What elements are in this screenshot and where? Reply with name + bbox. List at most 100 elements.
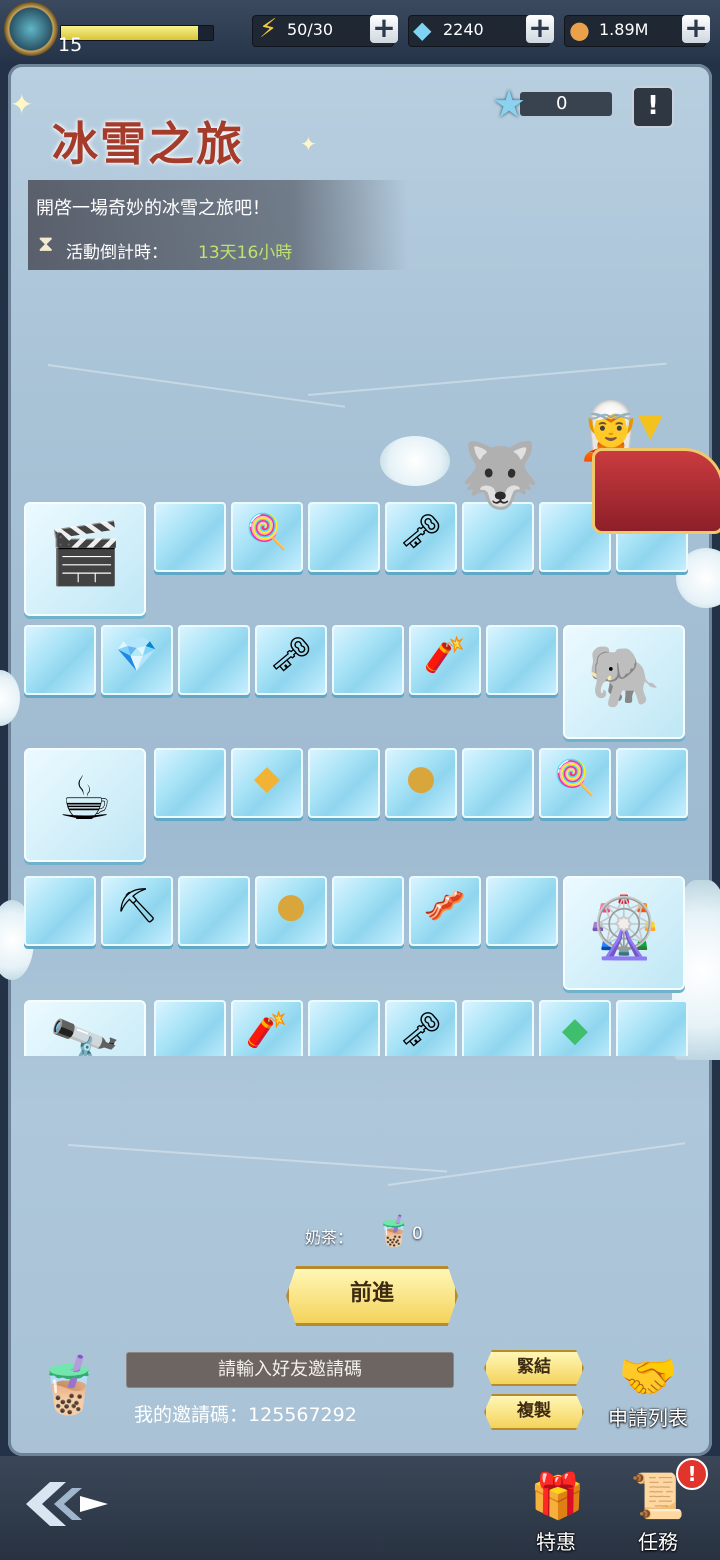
milk-tea-label: 奶茶： (305, 1228, 354, 1247)
board-tile[interactable]: ◆ (231, 748, 303, 818)
pickaxe-icon: ⛏ (115, 886, 159, 926)
board-tile[interactable]: 🍭 (539, 748, 611, 818)
dynamite-icon: 🧨 (423, 635, 467, 675)
countdown-label: 活動倒計時： (66, 243, 168, 263)
my-code-label: 我的邀請碼： (134, 1404, 249, 1426)
board-tile-ferris-wheel[interactable]: 🎡 (563, 876, 685, 990)
board-tile[interactable]: 🧨 (231, 1000, 303, 1056)
sparkle-icon: ✦ (10, 88, 34, 121)
gold-crystal-icon: ◆ (253, 758, 281, 798)
cocoa-cart-icon: ☕ (58, 764, 112, 834)
tasks-button[interactable]: 任務 (638, 1526, 678, 1555)
board-tile[interactable] (486, 876, 558, 946)
board-tile[interactable] (154, 1000, 226, 1056)
apply-list-button[interactable]: 申請列表 (608, 1402, 688, 1431)
dynamite-icon: 🧨 (245, 1010, 289, 1050)
board-tile[interactable]: 🗝 (385, 1000, 457, 1056)
marker-arrow-icon: ▼ (638, 406, 663, 444)
gift-icon[interactable]: 🎁 (530, 1470, 585, 1522)
board-tile[interactable]: 🧨 (409, 625, 481, 695)
ferris-wheel-icon: 🎡 (586, 893, 662, 963)
coin-icon: ● (276, 886, 306, 926)
coin-value: 1.89M (599, 20, 649, 39)
board-tile[interactable] (24, 876, 96, 946)
board-tile[interactable] (616, 1000, 688, 1056)
board-tile[interactable] (332, 625, 404, 695)
diamond-value: 2240 (443, 20, 484, 39)
board-tile[interactable] (178, 625, 250, 695)
elephant-icon: 🐘 (586, 642, 662, 712)
board-tile[interactable] (154, 502, 226, 572)
event-title: 冰雪之旅 (52, 117, 244, 171)
copy-button[interactable]: 複製 (484, 1394, 584, 1430)
experience-bar (60, 25, 214, 41)
board-row-5: 🔭 🧨 🗝 ◆ (14, 996, 704, 1056)
diamond-icon: 💎 (115, 635, 159, 675)
back-logo-icon[interactable] (20, 1474, 110, 1532)
board-tile[interactable]: 🗝 (255, 625, 327, 695)
board-tile-cinema[interactable]: 🎬 (24, 502, 146, 616)
key-icon: 🗝 (269, 635, 313, 675)
board-tile[interactable] (462, 748, 534, 818)
special-offer-button[interactable]: 特惠 (536, 1526, 576, 1555)
board-tile[interactable] (616, 748, 688, 818)
energy-value: 50/30 (287, 20, 334, 39)
board-tile-cocoa-cart[interactable]: ☕ (24, 748, 146, 862)
green-crystal-icon: ◆ (561, 1010, 589, 1050)
tasks-alert-badge: ! (676, 1458, 708, 1490)
bacon-icon: 🥓 (423, 886, 467, 926)
top-resource-bar: 15 ⚡ 50/30 + ◆ 2240 + ● 1.89M + (0, 0, 720, 62)
add-diamond-button[interactable]: + (526, 14, 554, 43)
bubble-tea-cups-icon: 🧋 (34, 1353, 104, 1418)
board-tile[interactable] (308, 502, 380, 572)
coin-icon: ● (406, 758, 436, 798)
milk-tea-icon: 🧋 (375, 1214, 413, 1249)
board-tile-telescope-deck[interactable]: 🔭 (24, 1000, 146, 1056)
coin-icon: ● (569, 16, 590, 44)
wolf-icon: 🐺 (460, 439, 540, 513)
telescope-icon: 🔭 (47, 1017, 123, 1056)
handshake-icon[interactable]: 🤝 (618, 1348, 678, 1405)
player-level-badge[interactable] (4, 2, 58, 56)
info-button[interactable]: ! (632, 86, 674, 128)
sleigh-icon (592, 448, 720, 534)
lollipop-icon: 🍭 (553, 758, 597, 798)
board-tile[interactable] (24, 625, 96, 695)
board-tile[interactable]: ⛏ (101, 876, 173, 946)
board-tile[interactable]: ● (385, 748, 457, 818)
board-tile[interactable]: ◆ (539, 1000, 611, 1056)
board-tile-elephant-fountain[interactable]: 🐘 (563, 625, 685, 739)
board-tile[interactable] (154, 748, 226, 818)
snow-bush (380, 436, 450, 486)
player-level: 15 (58, 34, 83, 56)
board-tile[interactable]: 🥓 (409, 876, 481, 946)
event-description: 開啓一場奇妙的冰雪之旅吧！ (36, 198, 270, 219)
board-tile[interactable]: 🍭 (231, 502, 303, 572)
lollipop-icon: 🍭 (245, 512, 289, 552)
board-tile[interactable]: ● (255, 876, 327, 946)
sparkle-icon: ✦ (300, 132, 317, 156)
board-tile[interactable]: 💎 (101, 625, 173, 695)
my-code-value: 125567292 (248, 1404, 357, 1426)
key-icon: 🗝 (399, 512, 443, 552)
my-invite-code: 我的邀請碼：125567292 (134, 1400, 357, 1427)
lightning-icon: ⚡ (259, 14, 278, 44)
hourglass-icon: ⧗ (38, 232, 54, 257)
invite-code-input[interactable]: 請輸入好友邀請碼 (126, 1352, 454, 1388)
add-coin-button[interactable]: + (682, 14, 710, 43)
cinema-icon: 🎬 (47, 519, 123, 589)
board-tile[interactable] (332, 876, 404, 946)
add-energy-button[interactable]: + (370, 14, 398, 43)
board-tile[interactable] (308, 748, 380, 818)
board-tile[interactable]: 🗝 (385, 502, 457, 572)
diamond-icon: ◆ (413, 16, 432, 44)
board-tile[interactable] (486, 625, 558, 695)
forward-button[interactable]: 前進 (286, 1266, 458, 1326)
board-tile[interactable] (178, 876, 250, 946)
milk-tea-count: 0 (412, 1224, 423, 1244)
key-icon: 🗝 (399, 1010, 443, 1050)
board-tile[interactable] (308, 1000, 380, 1056)
bind-button[interactable]: 緊結 (484, 1350, 584, 1386)
player-sleigh: 🧝 ▼ (568, 398, 720, 538)
board-tile[interactable] (462, 1000, 534, 1056)
